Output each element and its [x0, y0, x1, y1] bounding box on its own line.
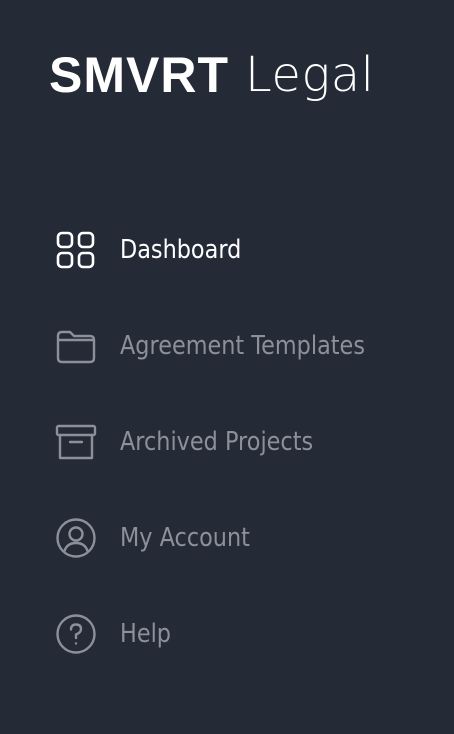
sidebar-item-my-account[interactable]: My Account: [55, 514, 425, 562]
sidebar-item-label: Agreement Templates: [120, 331, 365, 361]
brand-logo[interactable]: SMVRT Legal: [49, 40, 374, 110]
sidebar-item-archived-projects[interactable]: Archived Projects: [55, 418, 425, 466]
help-circle-icon: [55, 613, 97, 655]
sidebar-item-agreement-templates[interactable]: Agreement Templates: [55, 322, 425, 370]
sidebar-item-dashboard[interactable]: Dashboard: [55, 226, 425, 274]
sidebar-nav: Dashboard Agreement Templates Archived P…: [55, 226, 425, 706]
folder-icon: [55, 325, 97, 367]
sidebar-item-help[interactable]: Help: [55, 610, 425, 658]
dashboard-grid-icon: [55, 229, 97, 271]
sidebar-item-label: Dashboard: [120, 235, 242, 265]
sidebar-item-label: My Account: [120, 523, 250, 553]
user-circle-icon: [55, 517, 97, 559]
archive-box-icon: [55, 421, 97, 463]
brand-name-light: Legal: [245, 47, 375, 103]
sidebar-item-label: Help: [120, 619, 171, 649]
brand-name-bold: SMVRT: [49, 47, 229, 103]
sidebar-item-label: Archived Projects: [120, 427, 314, 457]
sidebar: SMVRT Legal Dashboard Agreement Template…: [0, 0, 454, 734]
